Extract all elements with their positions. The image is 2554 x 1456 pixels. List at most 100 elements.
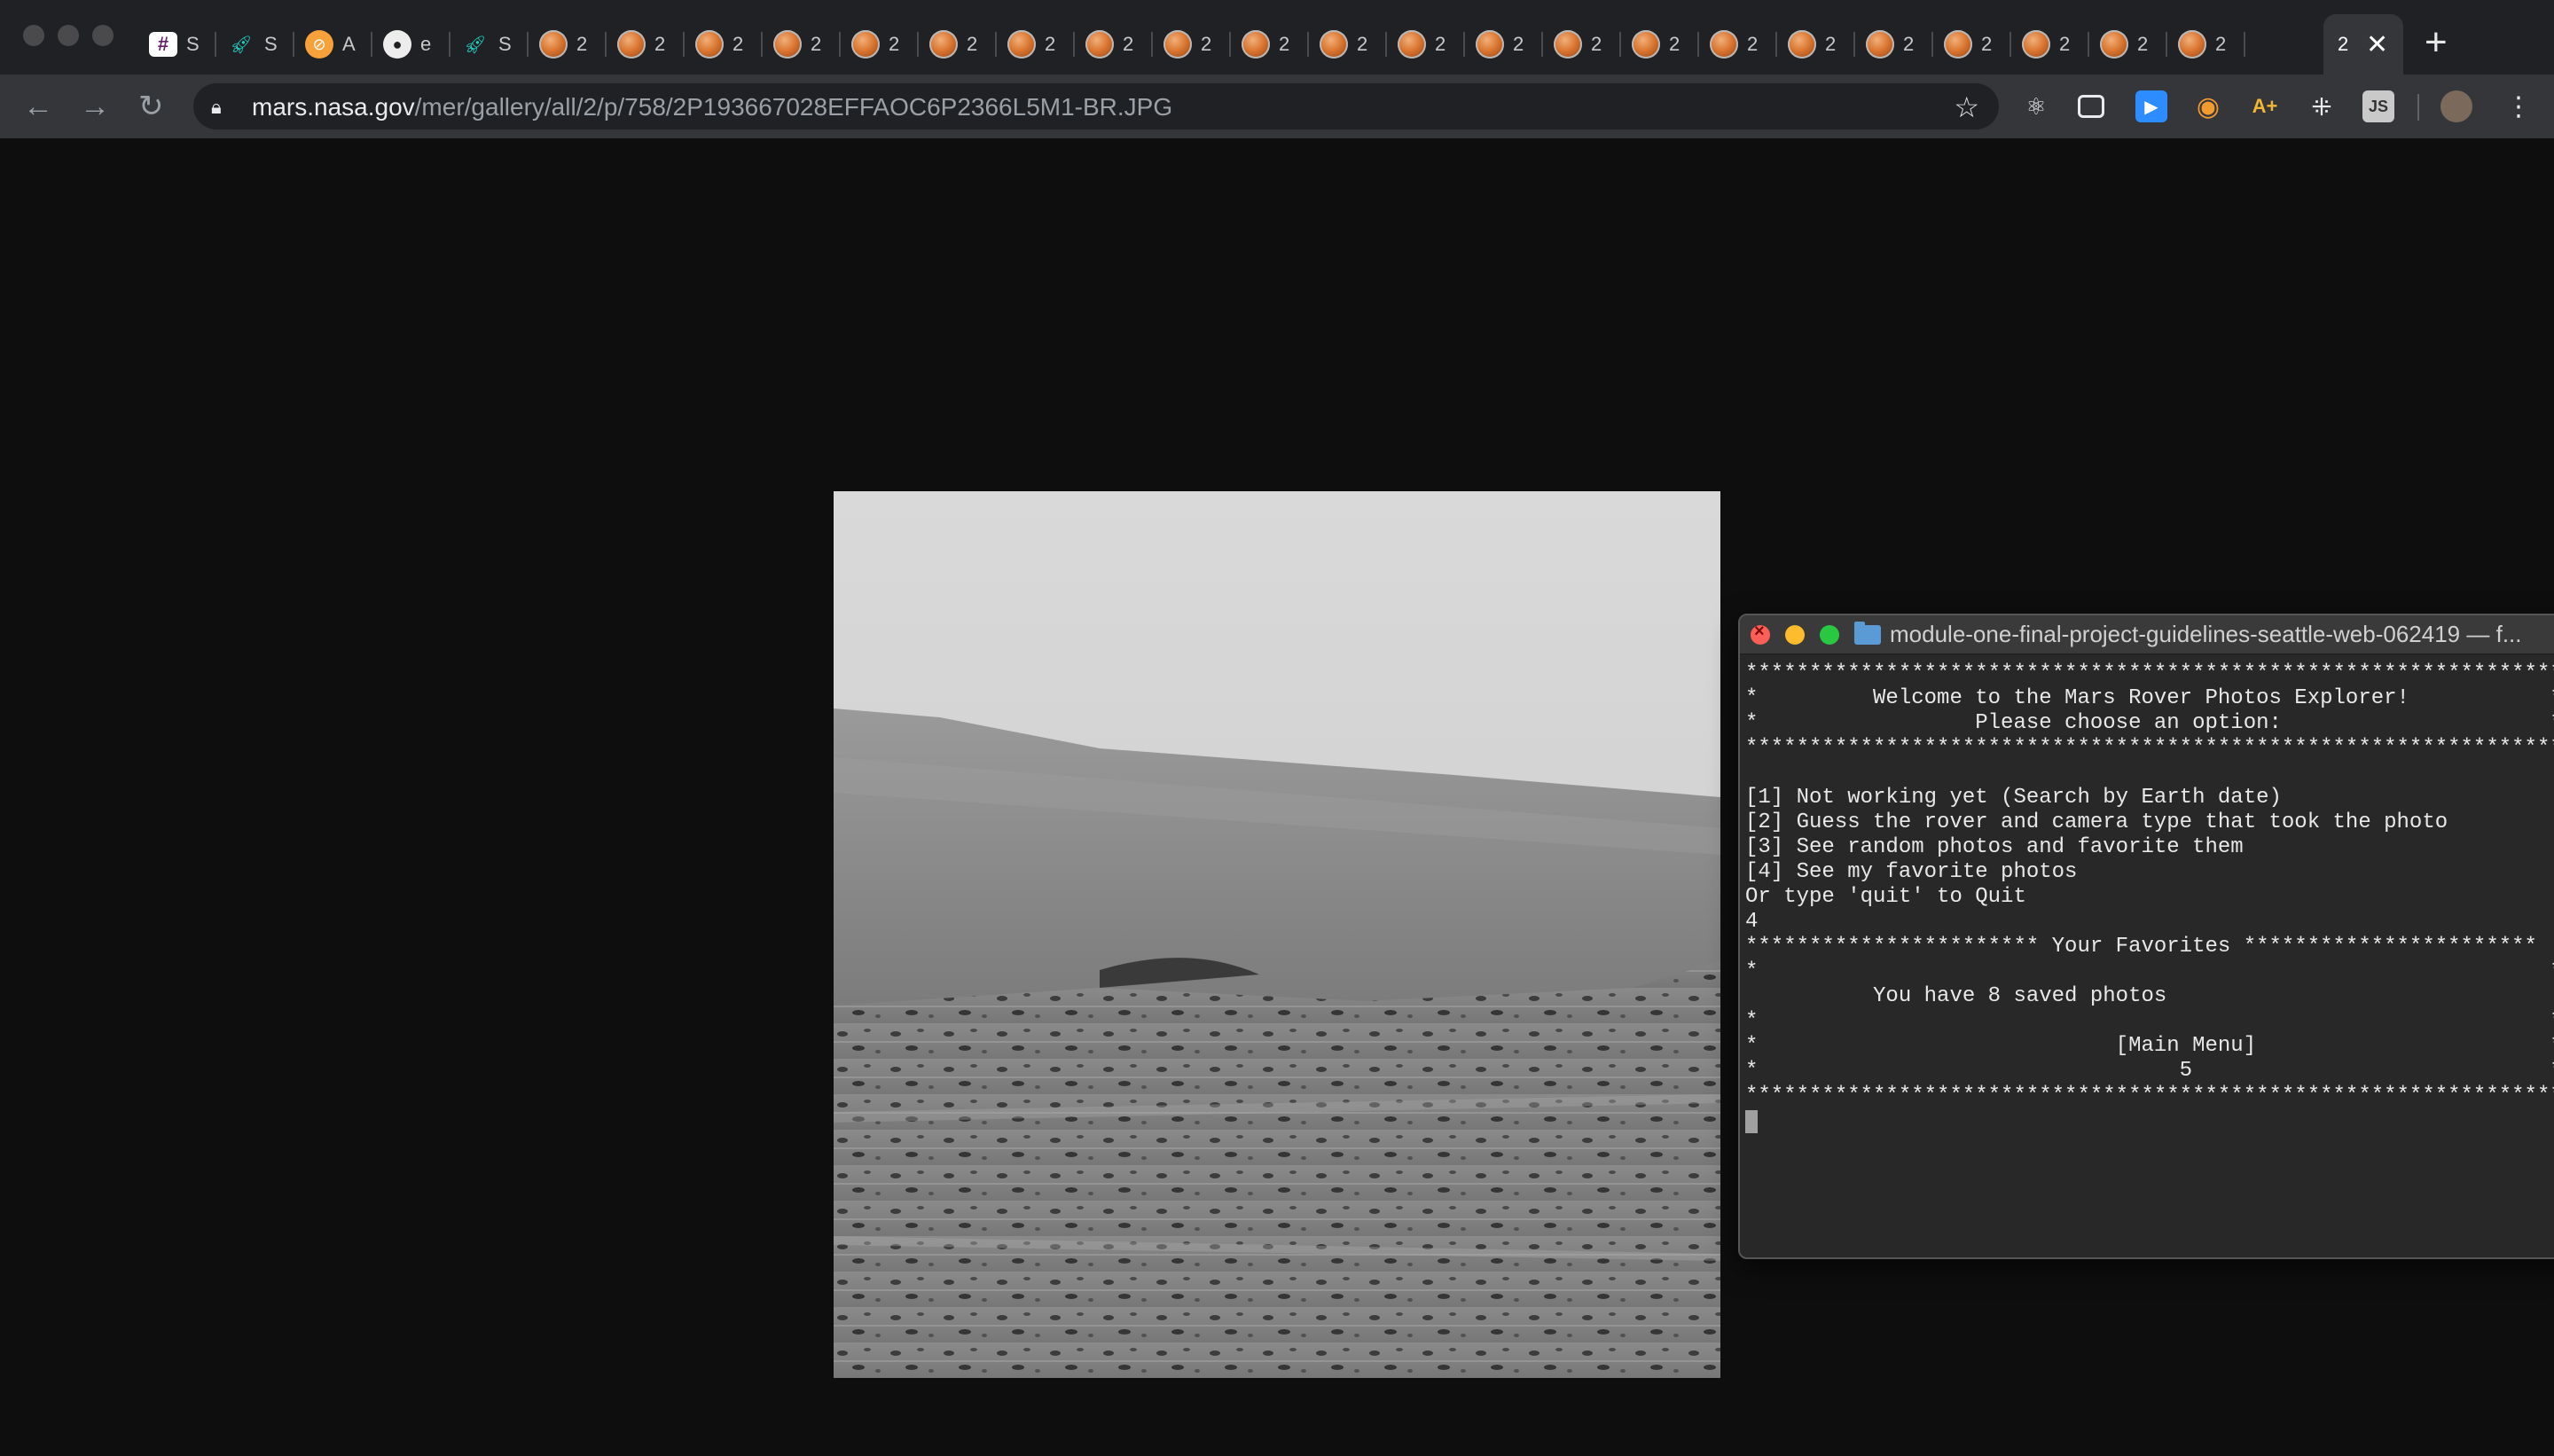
tab-8[interactable]: 2: [763, 14, 841, 74]
compass-icon: ⊘: [305, 30, 333, 59]
mars-icon: [1788, 30, 1816, 59]
mars-icon: [1085, 30, 1114, 59]
terminal-output[interactable]: ****************************************…: [1740, 654, 2554, 1133]
tab-title: 2: [1279, 33, 1290, 55]
tab-13[interactable]: 2: [1153, 14, 1231, 74]
tab-4[interactable]: 🚀︎ S: [450, 14, 529, 74]
terminal-minimize-button[interactable]: [1785, 624, 1805, 645]
tab-1[interactable]: 🚀︎ S: [216, 14, 294, 74]
tab-title: 2: [1825, 33, 1837, 55]
terminal-line: [2] Guess the rover and camera type that…: [1745, 810, 2448, 834]
zoom-window-button[interactable]: [92, 25, 114, 46]
terminal-line: [3] See random photos and favorite them: [1745, 835, 2244, 859]
back-button[interactable]: ←: [23, 89, 53, 124]
tab-9[interactable]: 2: [841, 14, 919, 74]
new-tab-button[interactable]: +: [2425, 23, 2448, 62]
mars-icon: [1242, 30, 1270, 59]
terminal-close-button[interactable]: [1751, 622, 1770, 645]
mars-icon: [1866, 30, 1894, 59]
tab-title: S: [186, 33, 200, 55]
mars-icon: [929, 30, 958, 59]
tab-24[interactable]: 2: [2011, 14, 2089, 74]
screenshot-icon[interactable]: [2078, 95, 2104, 118]
tab-list: # S 🚀︎ S ⊘ A ● e 🚀︎ S 2 2 2 2 2 2 2 2 2 2 2 2 2 2 2 2 2 2 2 2 2 2: [138, 14, 2245, 74]
terminal-title: module-one-final-project-guidelines-seat…: [1890, 621, 2522, 647]
a-plus-icon[interactable]: A+: [2249, 90, 2281, 122]
terminal-line: ****************************************…: [1745, 1084, 2554, 1108]
tab-title: 2: [1357, 33, 1368, 55]
terminal-line: ****************************************…: [1745, 661, 2554, 685]
url-text[interactable]: mars.nasa.gov/mer/gallery/all/2/p/758/2P…: [252, 93, 1172, 121]
rocket-icon: 🚀︎: [230, 35, 253, 55]
window-controls: [23, 25, 114, 46]
mars-icon: [695, 30, 724, 59]
tab-19[interactable]: 2: [1621, 14, 1699, 74]
tab-0[interactable]: # S: [138, 14, 216, 74]
tab-17[interactable]: 2: [1465, 14, 1543, 74]
close-tab-icon[interactable]: ✕: [2366, 29, 2388, 60]
bookmark-star-icon[interactable]: ☆: [1954, 90, 1979, 124]
url-host: mars.nasa.gov: [252, 93, 415, 121]
terminal-line: Or type 'quit' to Quit: [1745, 885, 2026, 909]
scout-icon[interactable]: ◉: [2192, 90, 2224, 122]
address-bar[interactable]: 🔒︎ mars.nasa.gov/mer/gallery/all/2/p/758…: [193, 83, 1999, 129]
tab-14[interactable]: 2: [1231, 14, 1309, 74]
browser-toolbar: ← → ↻ 🔒︎ mars.nasa.gov/mer/gallery/all/2…: [0, 74, 2554, 138]
tab-title: 2: [2215, 33, 2227, 55]
page-content: module-one-final-project-guidelines-seat…: [0, 138, 2554, 1456]
tab-title: A: [342, 33, 356, 55]
tab-title: 2: [2338, 33, 2349, 55]
terminal-window[interactable]: module-one-final-project-guidelines-seat…: [1738, 614, 2554, 1259]
tab-5[interactable]: 2: [529, 14, 607, 74]
tab-7[interactable]: 2: [685, 14, 763, 74]
tab-title: 2: [1045, 33, 1056, 55]
tab-20[interactable]: 2: [1699, 14, 1777, 74]
close-window-button[interactable]: [23, 25, 44, 46]
tab-2[interactable]: ⊘ A: [294, 14, 372, 74]
tab-3[interactable]: ● e: [372, 14, 450, 74]
terminal-line: * Please choose an option: *: [1745, 711, 2554, 735]
tab-title: 2: [733, 33, 744, 55]
rocket-icon: 🚀︎: [464, 35, 487, 55]
tab-23[interactable]: 2: [1933, 14, 2011, 74]
mars-icon: [1476, 30, 1504, 59]
reload-button[interactable]: ↻: [138, 89, 164, 124]
terminal-titlebar[interactable]: module-one-final-project-guidelines-seat…: [1740, 615, 2554, 654]
tab-6[interactable]: 2: [607, 14, 685, 74]
js-icon[interactable]: JS: [2362, 90, 2394, 122]
terminal-line: *********************** Your Favorites *…: [1745, 935, 2537, 959]
mars-rover-photo: [834, 491, 1720, 1378]
tab-active[interactable]: 2 ✕: [2323, 14, 2403, 74]
mars-icon: [851, 30, 880, 59]
tab-title: S: [264, 33, 278, 55]
terminal-line: [4] See my favorite photos: [1745, 860, 2078, 884]
tab-11[interactable]: 2: [997, 14, 1075, 74]
tab-21[interactable]: 2: [1777, 14, 1855, 74]
github-icon: ●: [383, 30, 411, 59]
tab-12[interactable]: 2: [1075, 14, 1153, 74]
minimize-window-button[interactable]: [58, 25, 79, 46]
terminal-line: * [Main Menu] *: [1745, 1034, 2554, 1058]
lock-icon[interactable]: 🔒︎: [211, 96, 222, 119]
tab-26[interactable]: 2: [2167, 14, 2245, 74]
zoom-icon[interactable]: ▶: [2135, 90, 2167, 122]
react-icon[interactable]: ⚛: [2020, 90, 2052, 122]
tab-title: 2: [1669, 33, 1680, 55]
tab-25[interactable]: 2: [2089, 14, 2167, 74]
forward-button[interactable]: →: [80, 89, 110, 124]
tab-18[interactable]: 2: [1543, 14, 1621, 74]
mars-icon: [1320, 30, 1348, 59]
tab-22[interactable]: 2: [1855, 14, 1933, 74]
tab-title: 2: [967, 33, 978, 55]
tab-10[interactable]: 2: [919, 14, 997, 74]
tab-16[interactable]: 2: [1387, 14, 1465, 74]
tab-title: 2: [1123, 33, 1134, 55]
menu-icon[interactable]: ⋮: [2503, 90, 2534, 122]
grid-icon[interactable]: ⁜: [2306, 90, 2338, 122]
avatar-icon[interactable]: [2440, 90, 2472, 122]
browser-tabstrip: # S 🚀︎ S ⊘ A ● e 🚀︎ S 2 2 2 2 2 2 2 2 2 2 2 2 2 2 2 2 2 2 2 2 2 2 2 ✕ +: [0, 0, 2554, 74]
url-path: /mer/gallery/all/2/p/758/2P193667028EFFA…: [414, 93, 1173, 121]
terminal-zoom-button[interactable]: [1820, 624, 1839, 645]
tab-15[interactable]: 2: [1309, 14, 1387, 74]
